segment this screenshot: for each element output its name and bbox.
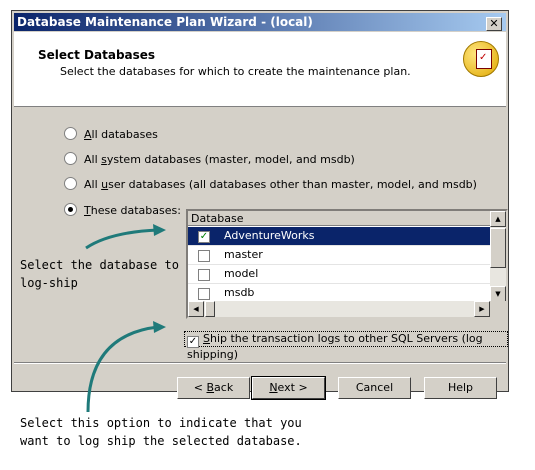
annotation-arrows [85,224,166,413]
arrow-to-option [86,325,159,413]
callout-select-database: Select the database to log-ship [20,258,179,290]
arrowhead-option [153,321,166,333]
arrowhead-database [153,224,166,236]
callout-ship-option: Select this option to indicate that you … [20,416,302,448]
arrow-to-database [85,228,159,250]
